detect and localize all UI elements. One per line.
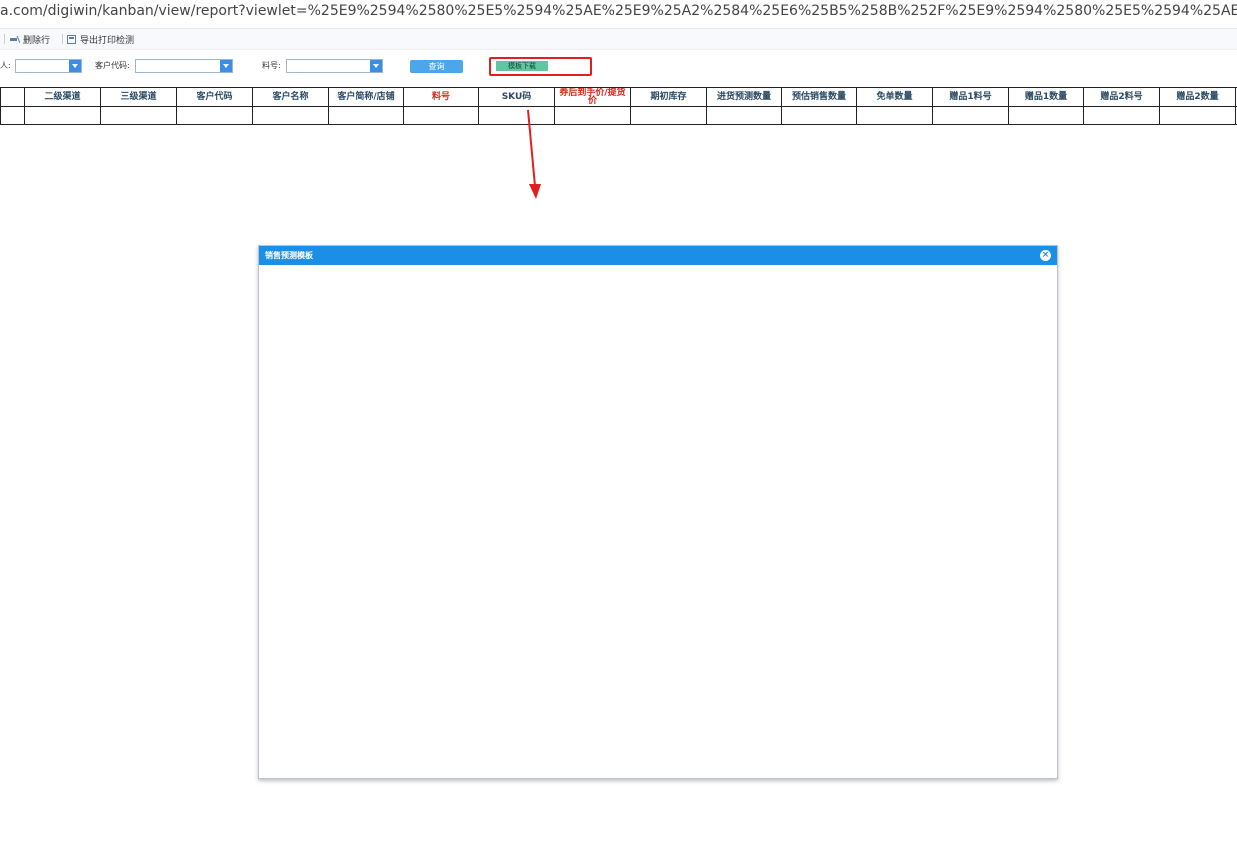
table-cell[interactable] (856, 106, 933, 125)
url-text: a.com/digiwin/kanban/view/report?viewlet… (0, 3, 1237, 19)
column-header[interactable]: 赠品1数量 (1008, 87, 1084, 107)
annotation-arrow (527, 109, 541, 199)
chevron-down-icon[interactable] (220, 60, 232, 72)
column-header[interactable]: 券后到手价/提货价 (554, 87, 631, 107)
column-header[interactable]: 赠品1料号 (932, 87, 1009, 107)
dialog-title: 销售预测模板 (265, 251, 313, 260)
data-table: 二级渠道 三级渠道 客户代码 客户名称 客户简称/店铺 料号 SKU码 券后到手价/提货价 期初… (0, 87, 1237, 125)
table-cell[interactable] (706, 106, 782, 125)
table-row (0, 106, 1237, 125)
template-dialog: 销售预测模板 × (258, 245, 1058, 779)
person-label: 人: (0, 61, 11, 70)
table-cell[interactable] (932, 106, 1009, 125)
column-header[interactable]: 三级渠道 (100, 87, 177, 107)
delete-row-icon (10, 35, 20, 44)
column-header[interactable]: 客户名称 (252, 87, 329, 107)
toolbar-separator (62, 34, 63, 44)
column-header[interactable] (0, 87, 25, 107)
column-header[interactable]: 预估销售数量 (781, 87, 857, 107)
table-cell[interactable] (24, 106, 101, 125)
table-header-row: 二级渠道 三级渠道 客户代码 客户名称 客户简称/店铺 料号 SKU码 券后到手价/提货价 期初… (0, 87, 1237, 107)
column-header[interactable]: SKU码 (478, 87, 555, 107)
query-button[interactable]: 查询 (410, 60, 463, 73)
table-cell[interactable] (403, 106, 479, 125)
table-cell[interactable] (176, 106, 253, 125)
chevron-down-icon[interactable] (69, 60, 81, 72)
delete-row-label: 删除行 (23, 36, 51, 46)
table-cell[interactable] (554, 106, 631, 125)
column-header[interactable]: 料号 (403, 87, 479, 107)
delete-row-button[interactable]: 删除行 (10, 33, 50, 46)
column-header[interactable]: 赠品2数量 (1159, 87, 1236, 107)
close-icon[interactable]: × (1040, 250, 1051, 261)
table-cell[interactable] (0, 106, 25, 125)
table-cell[interactable] (252, 106, 329, 125)
item-no-select[interactable] (286, 59, 383, 73)
column-header[interactable]: 免单数量 (856, 87, 933, 107)
table-cell[interactable] (1083, 106, 1160, 125)
table-cell[interactable] (100, 106, 177, 125)
toolbar-separator (4, 34, 5, 44)
column-header[interactable]: 赠品2料号 (1083, 87, 1160, 107)
template-download-button[interactable]: 模板下载 (496, 61, 548, 71)
toolbar: 删除行 导出打印检测 (0, 28, 1237, 50)
column-header[interactable]: 客户代码 (176, 87, 253, 107)
chevron-down-icon[interactable] (370, 60, 382, 72)
address-bar[interactable]: a.com/digiwin/kanban/view/report?viewlet… (0, 0, 1237, 24)
table-cell[interactable] (1008, 106, 1084, 125)
customer-code-label: 客户代码: (95, 61, 130, 70)
column-header[interactable]: 客户简称/店铺 (328, 87, 404, 107)
filter-row: 人: 客户代码: 料号: (0, 56, 1237, 78)
export-print-label: 导出打印检测 (80, 36, 135, 46)
table-cell[interactable] (630, 106, 707, 125)
table-cell[interactable] (328, 106, 404, 125)
export-print-button[interactable]: 导出打印检测 (67, 33, 134, 46)
column-header[interactable]: 进货预测数量 (706, 87, 782, 107)
customer-code-select[interactable] (135, 59, 233, 73)
column-header[interactable]: 二级渠道 (24, 87, 101, 107)
person-select[interactable] (15, 59, 82, 73)
item-no-label: 料号: (262, 61, 281, 70)
dialog-header: 销售预测模板 × (259, 246, 1057, 265)
export-icon (67, 35, 76, 44)
table-cell[interactable] (1159, 106, 1236, 125)
table-cell[interactable] (781, 106, 857, 125)
column-header[interactable]: 期初库存 (630, 87, 707, 107)
